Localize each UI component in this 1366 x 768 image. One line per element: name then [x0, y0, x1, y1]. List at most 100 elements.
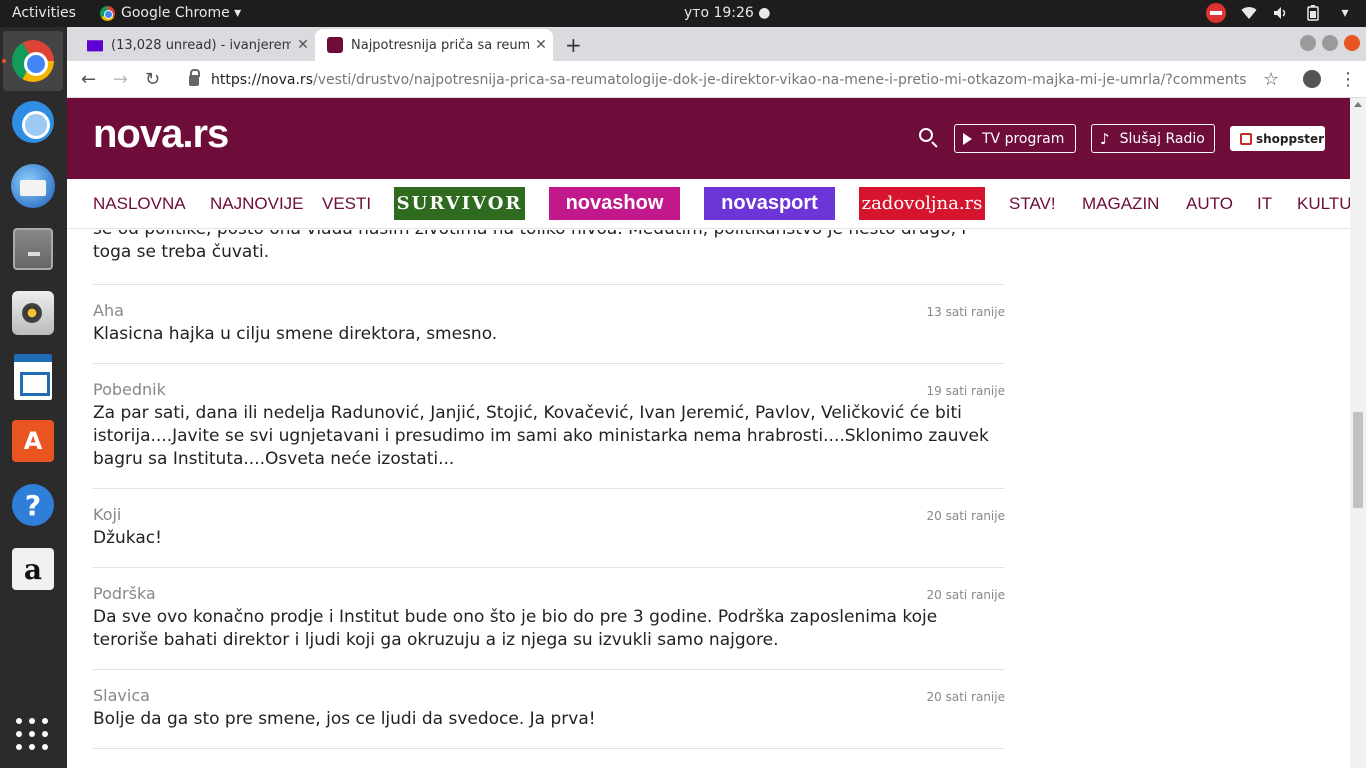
- clock[interactable]: уто 19:26 ●: [684, 5, 770, 21]
- nav-novashow[interactable]: novashow: [549, 187, 680, 220]
- scrollbar-thumb[interactable]: [1353, 412, 1363, 508]
- page-scrollbar[interactable]: [1350, 98, 1366, 768]
- tab-nova-article[interactable]: Najpotresnija priča sa reum ✕: [315, 29, 553, 61]
- tab-title: Najpotresnija priča sa reum: [351, 37, 529, 53]
- nav-zadovoljna[interactable]: zadovoljna.rs: [859, 187, 985, 220]
- battery-icon[interactable]: [1304, 4, 1322, 22]
- new-tab-button[interactable]: +: [565, 33, 582, 57]
- minimize-button[interactable]: [1300, 35, 1316, 51]
- activities-button[interactable]: Activities: [12, 5, 76, 21]
- dock-files[interactable]: [10, 226, 56, 272]
- comment-item: Pobednik 19 sati ranije Za par sati, dan…: [93, 364, 1005, 489]
- comment-text: Bolje da ga sto pre smene, jos ce ljudi …: [93, 709, 596, 729]
- shoppster-label: shoppster: [1256, 131, 1325, 146]
- comment-item: Aha 13 sati ranije Klasicna hajka u cilj…: [93, 285, 1005, 364]
- dock-thunderbird[interactable]: [10, 163, 56, 209]
- comment-time: 20 sati ranije: [926, 690, 1006, 704]
- dock-amazon[interactable]: a: [10, 546, 56, 592]
- ubuntu-software-icon: A: [12, 420, 54, 462]
- system-top-bar: Activities Google Chrome ▾ уто 19:26 ● ▾: [0, 0, 1366, 27]
- comment-time: 19 sati ranije: [926, 384, 1006, 398]
- show-applications-button[interactable]: [10, 712, 56, 758]
- lock-icon[interactable]: [189, 68, 200, 86]
- dock: A ? a: [0, 27, 67, 768]
- wifi-icon[interactable]: [1240, 4, 1258, 22]
- show-applications-icon: [16, 718, 50, 752]
- comment-author: Slavica: [93, 686, 150, 705]
- site-header: nova.rs TV program ♪ Slušaj Radio shopps…: [67, 98, 1350, 179]
- tab-title: (13,028 unread) - ivanjerem: [111, 37, 291, 53]
- no-entry-icon[interactable]: [1206, 3, 1226, 23]
- comment-text: Za par sati, dana ili nedelja Radunović,…: [93, 403, 989, 469]
- browser-menu-icon[interactable]: ⋮: [1339, 69, 1357, 90]
- main-nav: NASLOVNA NAJNOVIJE VESTI SURVIVOR novash…: [67, 179, 1351, 229]
- nav-survivor[interactable]: SURVIVOR: [394, 187, 525, 220]
- comment-item: Slavica 20 sati ranije Bolje da ga sto p…: [93, 670, 1005, 749]
- dock-help[interactable]: ?: [10, 482, 56, 528]
- nav-magazin[interactable]: MAGAZIN: [1082, 194, 1159, 214]
- comment-author: Aha: [93, 301, 124, 320]
- nav-stav[interactable]: STAV!: [1009, 194, 1056, 214]
- url-host: https://nova.rs: [211, 72, 313, 88]
- bookmark-star-icon[interactable]: ☆: [1263, 69, 1279, 90]
- comment-text: Džukac!: [93, 528, 162, 548]
- files-icon: [13, 228, 53, 270]
- chromium-icon: [12, 101, 54, 143]
- listen-radio-button[interactable]: ♪ Slušaj Radio: [1091, 124, 1215, 153]
- comment-author: Koji: [93, 505, 122, 524]
- tv-program-label: TV program: [982, 130, 1065, 147]
- dock-rhythmbox[interactable]: [10, 290, 56, 336]
- tab-yahoo-mail[interactable]: (13,028 unread) - ivanjerem ✕: [75, 29, 315, 61]
- thunderbird-icon: [11, 164, 55, 208]
- shoppster-button[interactable]: shoppster: [1230, 126, 1325, 151]
- comment-list: se od politike, pošto ona vlada našim ži…: [93, 230, 1005, 749]
- close-window-button[interactable]: [1344, 35, 1360, 51]
- search-icon[interactable]: [919, 128, 933, 142]
- nav-vesti[interactable]: VESTI: [322, 194, 371, 214]
- play-icon: [963, 132, 972, 145]
- dock-software[interactable]: A: [10, 418, 56, 464]
- site-logo[interactable]: nova.rs: [93, 112, 229, 157]
- close-tab-icon[interactable]: ✕: [529, 37, 553, 53]
- close-tab-icon[interactable]: ✕: [291, 37, 315, 53]
- shopping-bag-icon: [1240, 132, 1252, 145]
- app-menu[interactable]: Google Chrome ▾: [100, 5, 241, 21]
- address-bar[interactable]: https://nova.rs /vesti/drustvo/najpotres…: [175, 66, 1290, 94]
- back-button[interactable]: ←: [81, 69, 96, 90]
- nav-naslovna[interactable]: NASLOVNA: [93, 194, 186, 214]
- nav-kultura[interactable]: KULTU: [1297, 194, 1351, 214]
- tab-strip: (13,028 unread) - ivanjerem ✕ Najpotresn…: [67, 27, 1366, 61]
- comment-text: Da sve ovo konačno prodje i Institut bud…: [93, 607, 938, 650]
- chevron-down-icon[interactable]: ▾: [1336, 4, 1354, 22]
- reload-button[interactable]: ↻: [145, 69, 160, 90]
- system-tray[interactable]: ▾: [1206, 3, 1354, 23]
- nav-najnovije[interactable]: NAJNOVIJE: [210, 194, 304, 214]
- scroll-up-arrow-icon[interactable]: [1354, 102, 1362, 107]
- comment-author: Pobednik: [93, 380, 166, 399]
- window-controls: [1300, 35, 1360, 51]
- dock-chrome[interactable]: [3, 31, 63, 91]
- nav-auto[interactable]: AUTO: [1186, 194, 1233, 214]
- maximize-button[interactable]: [1322, 35, 1338, 51]
- app-menu-label: Google Chrome ▾: [121, 5, 242, 21]
- dock-writer[interactable]: [10, 354, 56, 400]
- chrome-icon: [100, 5, 115, 21]
- comment-author: Podrška: [93, 584, 156, 603]
- nav-it[interactable]: IT: [1257, 194, 1272, 214]
- listen-radio-label: Slušaj Radio: [1119, 130, 1205, 147]
- nav-novasport[interactable]: novasport: [704, 187, 835, 220]
- dock-chromium[interactable]: [10, 99, 56, 145]
- volume-icon[interactable]: [1272, 4, 1290, 22]
- forward-button[interactable]: →: [113, 69, 128, 90]
- running-indicator: [2, 59, 6, 63]
- url-path: /vesti/drustvo/najpotresnija-prica-sa-re…: [313, 72, 1247, 88]
- nova-favicon-icon: [327, 37, 343, 53]
- comments-section: se od politike, pošto ona vlada našim ži…: [67, 230, 1350, 768]
- comment-text: Klasicna hajka u cilju smene direktora, …: [93, 324, 498, 344]
- comment-time: 13 sati ranije: [926, 305, 1006, 319]
- account-icon[interactable]: [1303, 70, 1321, 88]
- tv-program-button[interactable]: TV program: [954, 124, 1076, 153]
- music-note-icon: ♪: [1100, 129, 1110, 148]
- comment-item: Koji 20 sati ranije Džukac!: [93, 489, 1005, 568]
- comment-time: 20 sati ranije: [926, 509, 1006, 523]
